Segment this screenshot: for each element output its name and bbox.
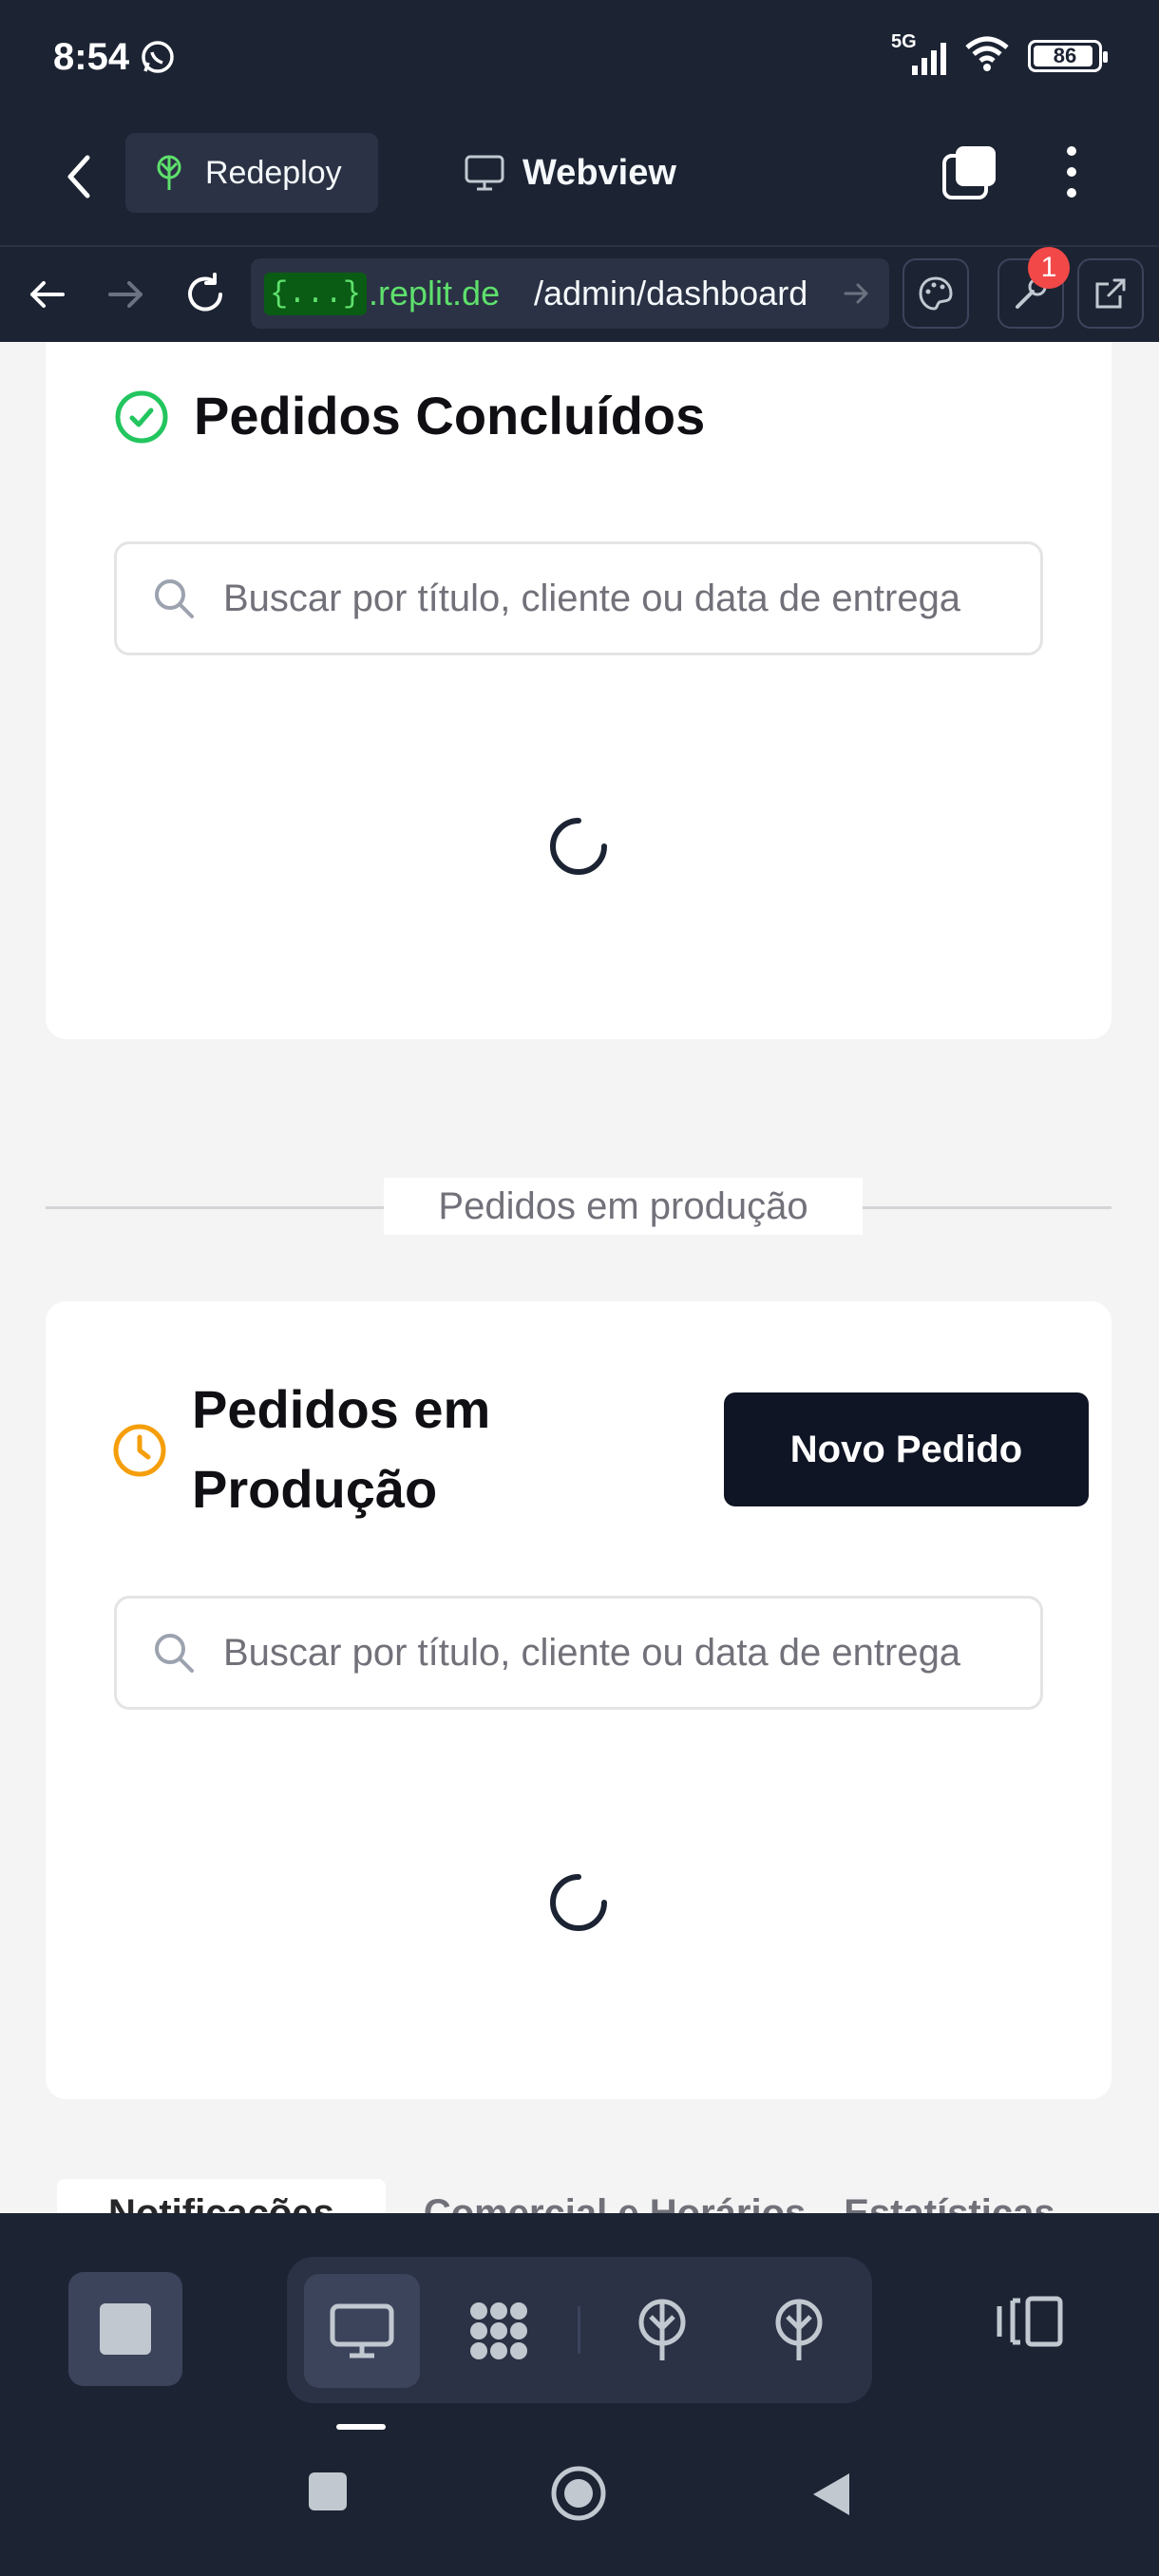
reload-icon	[188, 273, 222, 312]
tab-commercial-hours[interactable]: Comercial e Horários	[424, 2179, 806, 2213]
status-bar: 8:54 5G 86	[0, 0, 1159, 114]
workspace-toolbar	[0, 2213, 1159, 2432]
tab-statistics[interactable]: Estatísticas	[844, 2179, 1054, 2213]
arrow-right-icon	[108, 281, 142, 308]
webview-content: Pedidos Concluídos Buscar por título, cl…	[0, 342, 1159, 2213]
production-search-placeholder: Buscar por título, cliente ou data de en…	[223, 1631, 961, 1674]
search-icon	[155, 1634, 194, 1673]
open-external-button[interactable]	[1077, 258, 1144, 329]
stop-icon	[100, 2303, 151, 2355]
completed-orders-card: Pedidos Concluídos Buscar por título, cl…	[46, 342, 1112, 1039]
extensions-pane-button[interactable]	[441, 2274, 557, 2388]
loading-spinner-icon	[550, 818, 607, 875]
webview-pane-button[interactable]	[304, 2274, 420, 2388]
square-icon	[309, 2472, 347, 2510]
production-title-line1: Pedidos em	[192, 1379, 491, 1439]
more-menu-button[interactable]	[1054, 142, 1089, 201]
recents-button[interactable]	[306, 2470, 350, 2518]
reload-button[interactable]	[182, 272, 228, 317]
arrow-left-icon	[30, 281, 65, 308]
active-pane-indicator	[336, 2424, 386, 2430]
tabs-button[interactable]	[940, 142, 999, 201]
back-button[interactable]	[57, 148, 104, 205]
battery-icon: 86	[1028, 39, 1108, 72]
webview-label: Webview	[522, 152, 676, 193]
completed-search-input[interactable]: Buscar por título, cliente ou data de en…	[114, 541, 1043, 655]
external-link-icon	[1095, 278, 1126, 309]
completed-search-placeholder: Buscar por título, cliente ou data de en…	[223, 577, 961, 619]
url-host: .replit.de	[369, 274, 501, 313]
dashboard-tabs: Notificações Comercial e Horários Estatí…	[57, 2179, 1055, 2213]
panels-button[interactable]	[994, 2293, 1070, 2355]
url-input[interactable]: {...} .replit.de /admin/dashboard	[251, 258, 889, 329]
clock: 8:54	[53, 36, 130, 78]
whatsapp-icon	[139, 38, 177, 81]
deploy-icon	[775, 2299, 823, 2360]
triangle-back-icon	[813, 2473, 849, 2515]
monitor-icon	[465, 155, 504, 191]
monitor-icon	[330, 2303, 394, 2358]
browser-bar: {...} .replit.de /admin/dashboard 1	[0, 245, 1159, 340]
signal-icon: 5G	[891, 31, 946, 75]
browser-back-button[interactable]	[25, 272, 70, 317]
url-chip: {...}	[264, 272, 368, 315]
palette-icon	[919, 276, 953, 311]
redeploy-button[interactable]: Redeploy	[125, 133, 378, 213]
production-orders-card: Pedidos em Produção Novo Pedido Buscar p…	[46, 1301, 1112, 2099]
url-path: /admin/dashboard	[534, 274, 808, 313]
check-circle-icon	[115, 390, 168, 444]
system-back-button[interactable]	[809, 2470, 853, 2524]
browser-forward-button[interactable]	[103, 272, 148, 317]
loading-spinner-icon	[550, 1874, 607, 1931]
pane-switcher	[287, 2257, 872, 2403]
deploy-icon	[638, 2299, 686, 2360]
search-icon	[155, 579, 194, 618]
system-navigation-bar	[0, 2432, 1159, 2576]
devtools-badge: 1	[1028, 247, 1070, 289]
chevron-left-icon	[67, 155, 90, 199]
tabs-icon	[942, 146, 996, 199]
home-button[interactable]	[549, 2464, 608, 2528]
stop-button[interactable]	[68, 2272, 182, 2386]
deploy-icon	[157, 155, 181, 190]
clock-icon	[113, 1424, 166, 1477]
go-arrow-icon[interactable]	[840, 277, 872, 310]
deployments-pane-button[interactable]	[604, 2274, 720, 2388]
webview-tab[interactable]: Webview	[464, 133, 676, 213]
completed-orders-title: Pedidos Concluídos	[194, 386, 706, 445]
devtools-button[interactable]: 1	[998, 247, 1070, 329]
tab-notifications[interactable]: Notificações	[57, 2179, 386, 2213]
side-panel-icon	[997, 2296, 1063, 2347]
wifi-icon	[963, 34, 1011, 77]
packages-icon	[470, 2302, 527, 2359]
section-divider: Pedidos em produção	[46, 1178, 1112, 1235]
redeploy-label: Redeploy	[205, 154, 342, 191]
theme-button[interactable]	[902, 258, 969, 329]
production-orders-title: Pedidos em Produção	[192, 1370, 490, 1529]
production-search-input[interactable]: Buscar por título, cliente ou data de en…	[114, 1596, 1043, 1710]
deployments-secondary-button[interactable]	[741, 2274, 857, 2388]
new-order-button[interactable]: Novo Pedido	[724, 1392, 1089, 1506]
workspace-header: Redeploy Webview	[0, 114, 1159, 247]
production-title-line2: Produção	[192, 1459, 438, 1519]
divider-label: Pedidos em produção	[384, 1178, 863, 1235]
home-circle-icon	[551, 2466, 606, 2521]
